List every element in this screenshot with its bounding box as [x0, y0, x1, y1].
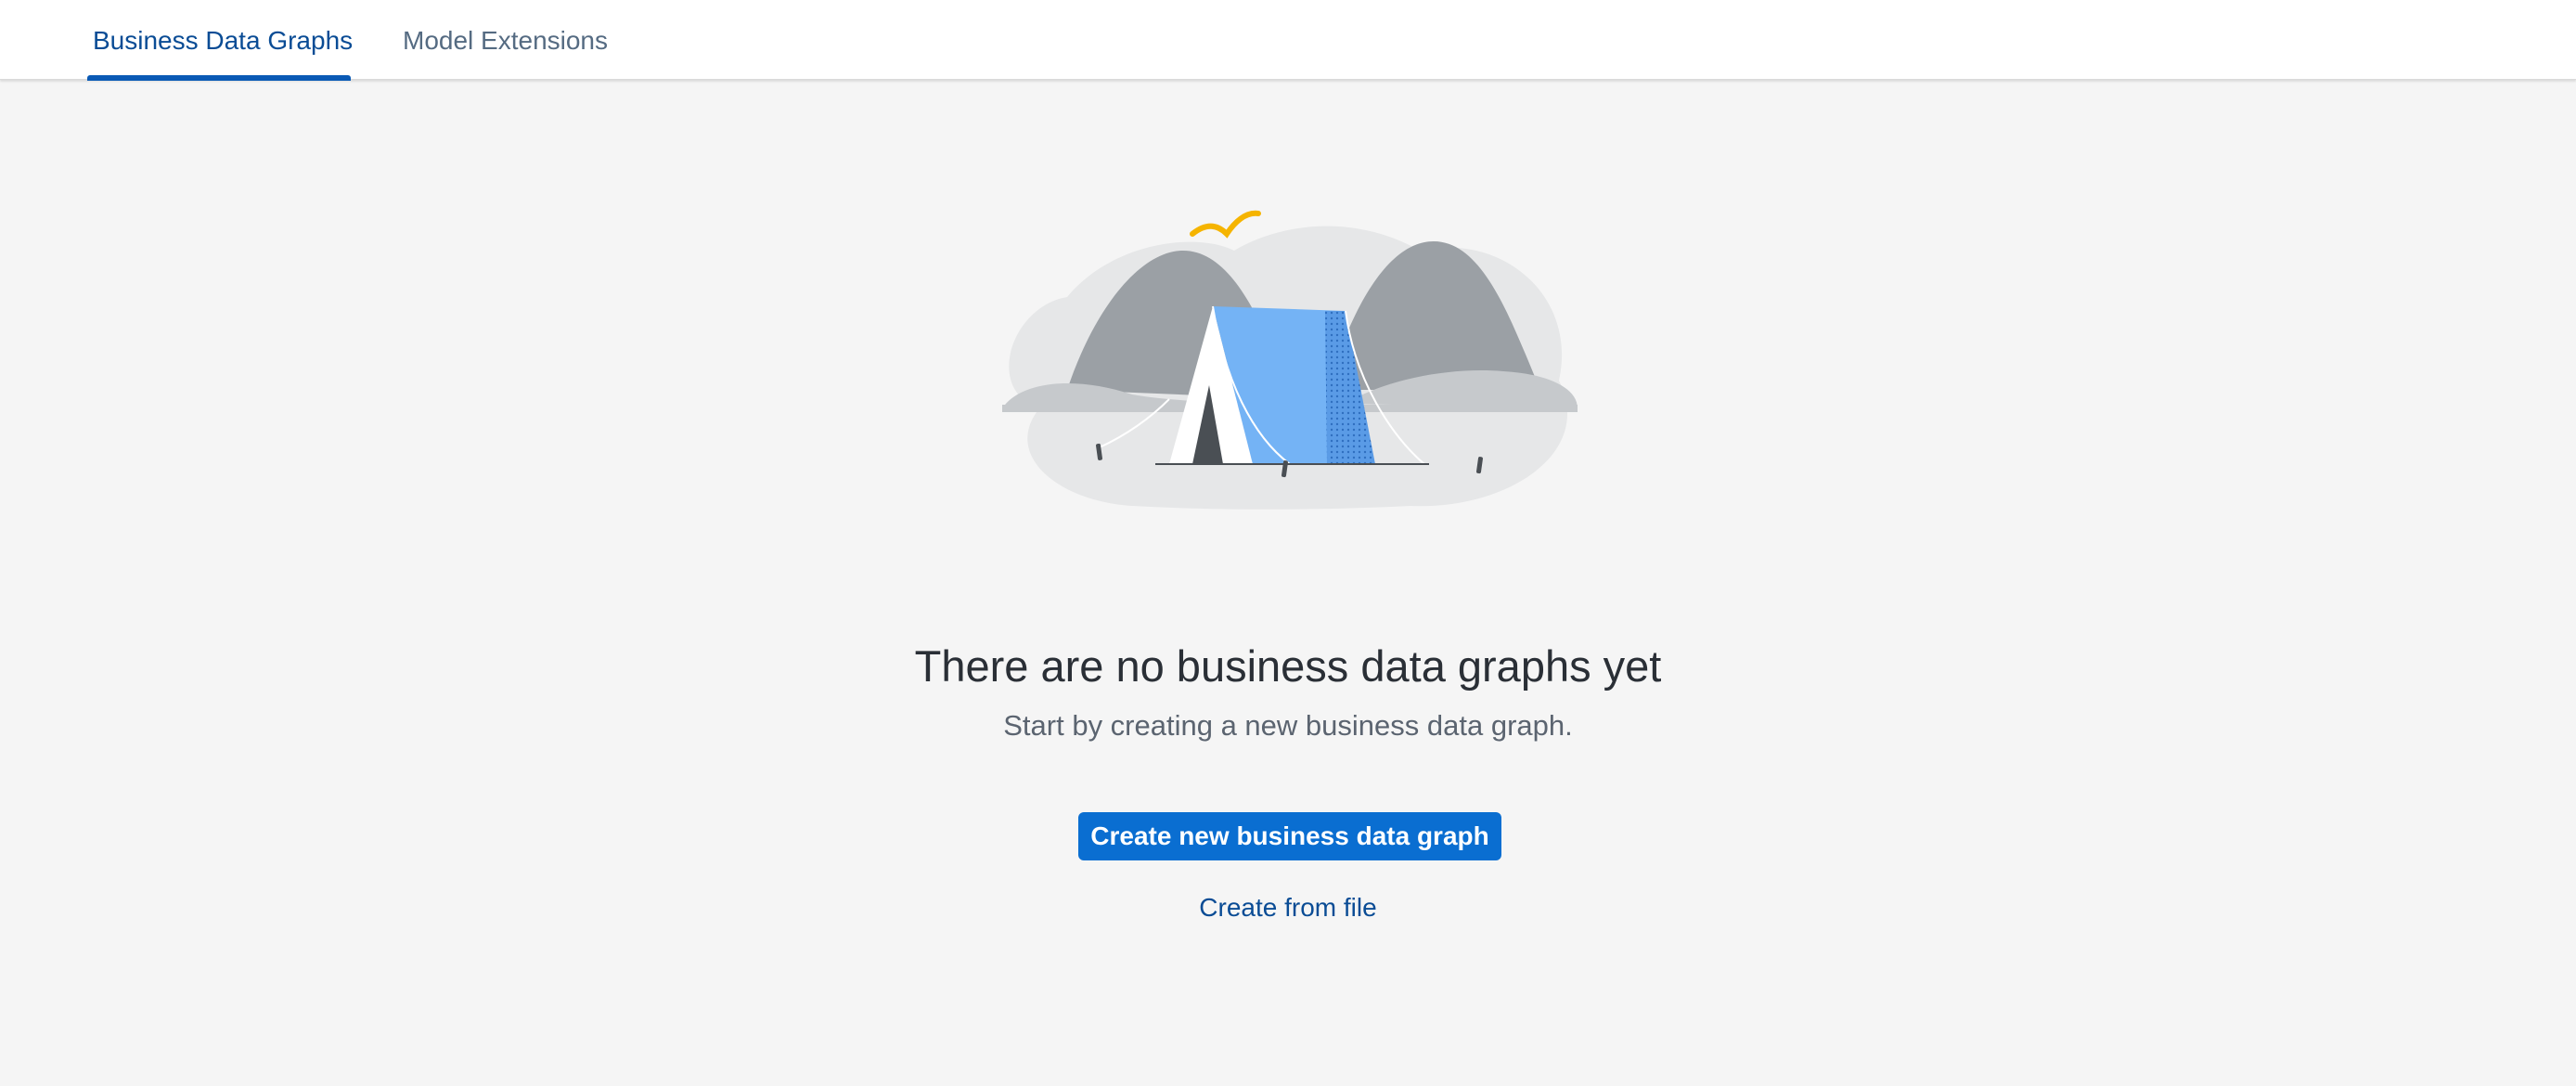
active-tab-indicator [87, 75, 351, 81]
tab-model-extensions[interactable]: Model Extensions [397, 0, 612, 80]
create-from-file-link[interactable]: Create from file [1199, 893, 1376, 922]
empty-state-subtitle: Start by creating a new business data gr… [1003, 709, 1573, 742]
tent-camping-illustration [1002, 210, 1578, 510]
empty-state-title: There are no business data graphs yet [914, 641, 1662, 691]
bird-icon [1190, 210, 1261, 239]
tab-label: Business Data Graphs [93, 26, 354, 55]
create-new-business-data-graph-button[interactable]: Create new business data graph [1078, 812, 1501, 860]
create-from-file-link-container: Create from file [0, 893, 2576, 923]
tab-business-data-graphs[interactable]: Business Data Graphs [87, 0, 354, 81]
tab-bar: Business Data Graphs Model Extensions [0, 0, 2576, 81]
tab-label: Model Extensions [403, 26, 609, 55]
